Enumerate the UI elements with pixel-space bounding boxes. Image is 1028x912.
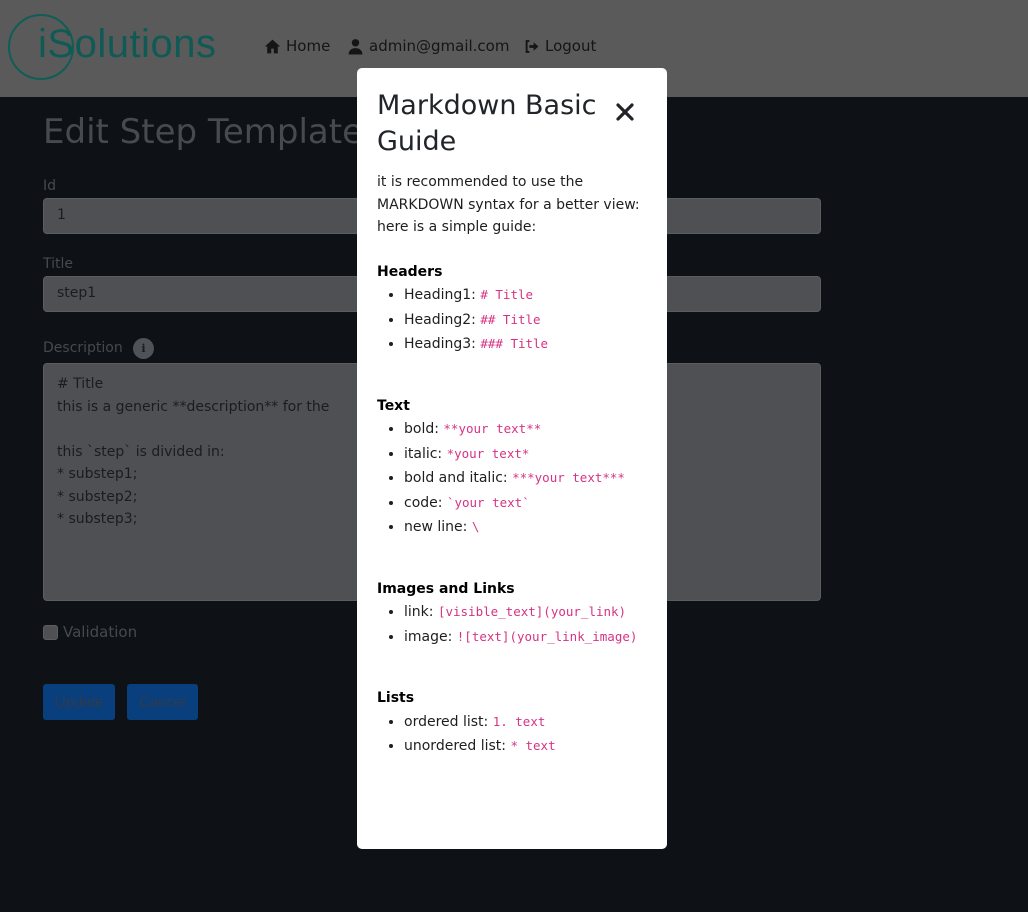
list-item: bold: **your text**: [404, 417, 659, 442]
description-label: Description: [43, 340, 123, 356]
validation-checkbox[interactable]: [43, 625, 58, 640]
code-snippet: ## Title: [480, 311, 541, 327]
list-item: bold and italic: ***your text***: [404, 466, 659, 491]
code-snippet: ***your text***: [512, 470, 625, 485]
title-label: Title: [43, 256, 74, 272]
validation-label: Validation: [63, 623, 138, 641]
code-snippet: *your text*: [446, 445, 530, 461]
images-links-list: link: [visible_text](your_link) image: !…: [377, 600, 659, 649]
code-snippet: # Title: [480, 287, 534, 302]
code-snippet: * text: [510, 738, 556, 753]
logo[interactable]: iSolutions: [8, 14, 238, 80]
list-item: code: `your text`: [404, 491, 659, 516]
list-item: Heading2: ## Title: [404, 308, 659, 333]
logout-icon: [525, 39, 539, 53]
code-snippet: \: [471, 519, 480, 534]
list-item: new line: \: [404, 515, 659, 540]
code-snippet: 1. text: [492, 713, 546, 729]
nav-logout-label: Logout: [545, 37, 597, 55]
code-snippet: ### Title: [480, 336, 549, 351]
section-heading-headers: Headers: [377, 263, 443, 280]
code-snippet: `your text`: [446, 494, 530, 510]
list-item: Heading1: # Title: [404, 283, 659, 308]
modal-title: Markdown Basic Guide: [377, 90, 597, 157]
markdown-guide-modal: Markdown Basic Guide it is recommended t…: [357, 68, 667, 849]
logo-text: iSolutions: [38, 22, 217, 66]
list-item: Heading3: ### Title: [404, 332, 659, 357]
nav-logout-link[interactable]: Logout: [523, 37, 596, 55]
list-item: link: [visible_text](your_link): [404, 600, 659, 625]
home-icon: [264, 39, 281, 53]
code-snippet: [visible_text](your_link): [437, 604, 627, 619]
nav-user-label: admin@gmail.com: [369, 37, 510, 55]
text-list: bold: **your text** italic: *your text* …: [377, 417, 659, 540]
section-heading-text: Text: [377, 397, 410, 414]
headers-list: Heading1: # Title Heading2: ## Title Hea…: [377, 283, 659, 357]
update-button[interactable]: Update: [43, 684, 116, 720]
list-item: image: ![text](your_link_image): [404, 625, 659, 650]
list-item: ordered list: 1. text: [404, 710, 659, 735]
intro-text: it is recommended to use the MARKDOWN sy…: [377, 174, 640, 213]
modal-body: it is recommended to use the MARKDOWN sy…: [377, 171, 659, 759]
close-button[interactable]: [609, 96, 641, 128]
cancel-button[interactable]: Cancel: [127, 684, 198, 720]
id-label: Id: [43, 178, 57, 194]
nav-user-link[interactable]: admin@gmail.com: [347, 37, 509, 55]
nav-home-link[interactable]: Home: [264, 37, 330, 55]
user-icon: [348, 38, 363, 54]
list-item: unordered list: * text: [404, 734, 659, 759]
section-heading-images-links: Images and Links: [377, 580, 515, 597]
lists-list: ordered list: 1. text unordered list: * …: [377, 710, 659, 759]
code-snippet: ![text](your_link_image): [456, 628, 638, 644]
nav-home-label: Home: [286, 37, 331, 55]
section-heading-lists: Lists: [377, 690, 415, 706]
code-snippet: **your text**: [443, 421, 542, 436]
list-item: italic: *your text*: [404, 442, 659, 467]
intro-text-2: here is a simple guide:: [377, 219, 537, 235]
close-icon: [616, 103, 634, 121]
info-icon[interactable]: i: [133, 338, 154, 359]
page-title: Edit Step Template: [43, 112, 364, 152]
